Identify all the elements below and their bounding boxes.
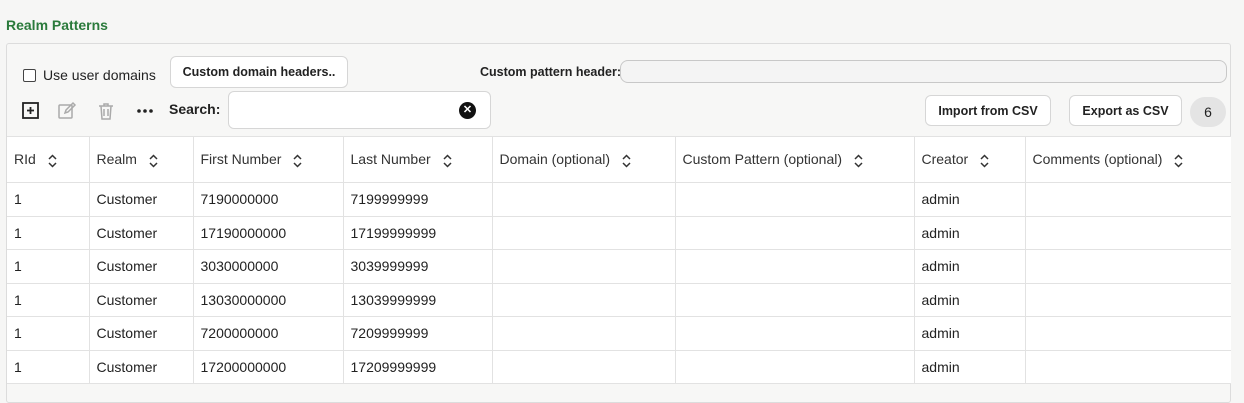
column-header-label: First Number	[200, 151, 282, 168]
table-cell: 7199999999	[343, 182, 493, 217]
table-cell: admin	[914, 283, 1026, 317]
table-cell	[492, 316, 676, 351]
table-cell: 17209999999	[343, 350, 493, 384]
realm-patterns-table: RId Realm First Number Last Number Domain (o…	[7, 136, 1231, 384]
table-row[interactable]: 1 Customer 17190000000 17199999999 admin	[7, 216, 1231, 250]
table-cell: admin	[914, 316, 1026, 351]
table-cell: 13030000000	[193, 283, 344, 317]
table-cell	[1025, 182, 1231, 217]
table-cell: 17199999999	[343, 216, 493, 250]
table-cell: Customer	[89, 249, 194, 284]
table-cell	[492, 350, 676, 384]
column-header-label: RId	[14, 151, 36, 168]
column-header-label: Realm	[96, 151, 137, 168]
column-header[interactable]: Realm	[89, 136, 194, 183]
table-cell: 3039999999	[343, 249, 493, 284]
table-cell: 1	[7, 249, 90, 284]
table-cell: 3030000000	[193, 249, 344, 284]
sort-icon[interactable]	[622, 154, 631, 168]
sort-icon[interactable]	[1174, 154, 1183, 168]
page-title: Realm Patterns	[6, 17, 108, 33]
sort-icon[interactable]	[443, 154, 452, 168]
table-cell	[675, 316, 915, 351]
table-cell: 7209999999	[343, 316, 493, 351]
custom-domain-headers-button[interactable]: Custom domain headers..	[170, 56, 348, 88]
custom-pattern-header-input[interactable]	[620, 60, 1227, 83]
table-cell: 7200000000	[193, 316, 344, 351]
table-cell	[1025, 316, 1231, 351]
table-cell: 17190000000	[193, 216, 344, 250]
clear-search-icon[interactable]: ✕	[459, 102, 476, 119]
table-row[interactable]: 1 Customer 3030000000 3039999999 admin	[7, 249, 1231, 284]
sort-icon[interactable]	[980, 154, 989, 168]
table-cell	[675, 249, 915, 284]
column-header[interactable]: Comments (optional)	[1025, 136, 1231, 183]
use-user-domains-toggle[interactable]: Use user domains	[23, 67, 156, 83]
edit-icon[interactable]	[57, 101, 77, 121]
table-header-row: RId Realm First Number Last Number Domain (o…	[7, 136, 1231, 183]
table-row[interactable]: 1 Customer 7200000000 7209999999 admin	[7, 316, 1231, 351]
search-label: Search:	[169, 101, 221, 117]
table-cell	[1025, 249, 1231, 284]
table-cell: Customer	[89, 316, 194, 351]
table-cell	[675, 216, 915, 250]
use-user-domains-label: Use user domains	[43, 67, 156, 83]
sort-icon[interactable]	[149, 154, 158, 168]
column-header[interactable]: Custom Pattern (optional)	[675, 136, 915, 183]
column-header[interactable]: Creator	[914, 136, 1026, 183]
table-cell: 13039999999	[343, 283, 493, 317]
table-cell: 1	[7, 350, 90, 384]
custom-pattern-header-label: Custom pattern header:	[480, 65, 621, 79]
column-header-label: Comments (optional)	[1032, 151, 1163, 168]
table-cell: 17200000000	[193, 350, 344, 384]
table-cell	[492, 283, 676, 317]
sort-icon[interactable]	[293, 154, 302, 168]
column-header-label: Custom Pattern (optional)	[682, 151, 843, 168]
table-cell: admin	[914, 350, 1026, 384]
delete-icon[interactable]	[96, 101, 116, 121]
column-header-label: Domain (optional)	[499, 151, 611, 168]
table-cell	[1025, 283, 1231, 317]
table-cell: 1	[7, 182, 90, 217]
row-count-badge: 6	[1190, 97, 1226, 127]
search-input[interactable]: ✕	[228, 91, 491, 129]
table-row[interactable]: 1 Customer 13030000000 13039999999 admin	[7, 283, 1231, 317]
table-cell: admin	[914, 182, 1026, 217]
table-cell	[1025, 216, 1231, 250]
table-cell: 7190000000	[193, 182, 344, 217]
column-header-label: Creator	[921, 151, 969, 168]
table-cell: Customer	[89, 283, 194, 317]
column-header[interactable]: First Number	[193, 136, 344, 183]
add-icon[interactable]	[21, 101, 41, 121]
export-csv-button[interactable]: Export as CSV	[1069, 95, 1182, 126]
table-row[interactable]: 1 Customer 7190000000 7199999999 admin	[7, 182, 1231, 217]
table-cell	[492, 216, 676, 250]
column-header[interactable]: Domain (optional)	[492, 136, 676, 183]
realm-patterns-panel: Use user domains Custom domain headers..…	[6, 43, 1231, 403]
more-options-icon[interactable]	[135, 101, 155, 121]
table-cell	[675, 350, 915, 384]
table-cell: Customer	[89, 350, 194, 384]
column-header[interactable]: RId	[7, 136, 90, 183]
import-csv-button[interactable]: Import from CSV	[925, 95, 1051, 126]
table-cell: Customer	[89, 182, 194, 217]
table-cell	[675, 182, 915, 217]
table-cell	[492, 249, 676, 284]
table-cell: admin	[914, 216, 1026, 250]
table-row[interactable]: 1 Customer 17200000000 17209999999 admin	[7, 350, 1231, 384]
table-cell: 1	[7, 216, 90, 250]
sort-icon[interactable]	[48, 154, 57, 168]
column-header[interactable]: Last Number	[343, 136, 493, 183]
table-cell: Customer	[89, 216, 194, 250]
column-header-label: Last Number	[350, 151, 431, 168]
table-cell: 1	[7, 283, 90, 317]
sort-icon[interactable]	[854, 154, 863, 168]
table-cell	[1025, 350, 1231, 384]
table-cell: admin	[914, 249, 1026, 284]
use-user-domains-checkbox[interactable]	[23, 68, 36, 82]
table-cell: 1	[7, 316, 90, 351]
table-cell	[492, 182, 676, 217]
table-cell	[675, 283, 915, 317]
